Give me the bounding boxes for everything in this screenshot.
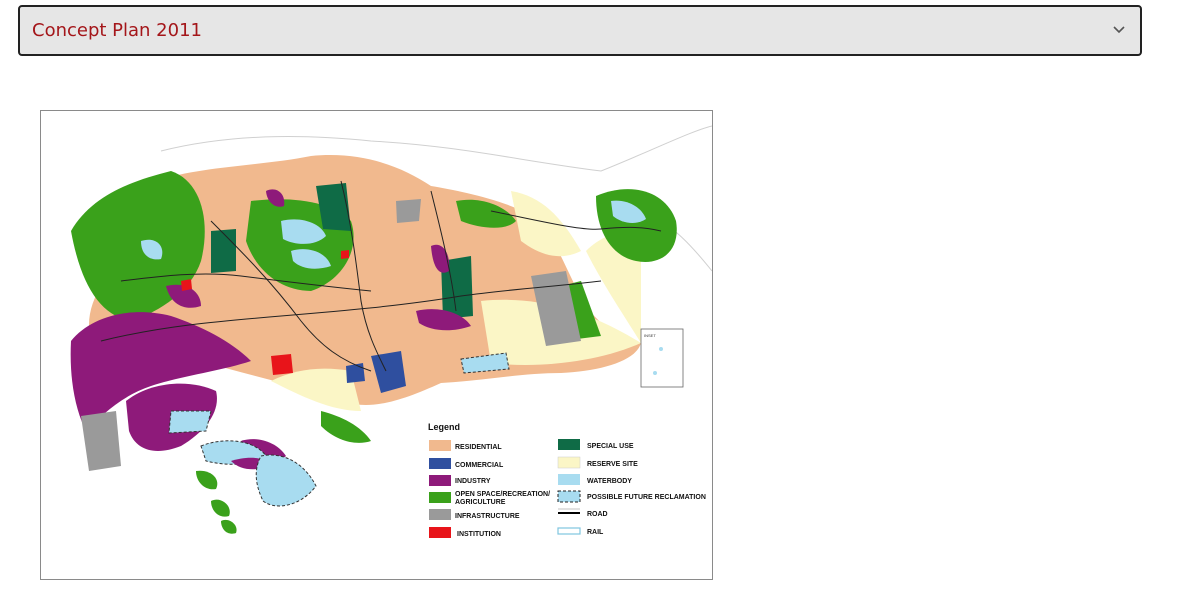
legend-label-institution: INSTITUTION bbox=[457, 531, 501, 538]
legend-swatch-special-use bbox=[558, 439, 580, 450]
legend-label-road: ROAD bbox=[587, 511, 608, 518]
legend-swatch-waterbody bbox=[558, 474, 580, 485]
legend-label-commercial: COMMERCIAL bbox=[455, 462, 504, 469]
map-legend: Legend RESIDENTIAL COMMERCIAL INDUSTRY O… bbox=[428, 422, 706, 538]
legend-label-reclamation: POSSIBLE FUTURE RECLAMATION bbox=[587, 494, 706, 501]
chevron-down-icon bbox=[1113, 26, 1125, 34]
legend-swatch-reclamation bbox=[557, 490, 581, 503]
legend-swatch-infrastructure bbox=[429, 509, 451, 520]
legend-swatch-open-space bbox=[429, 492, 451, 503]
legend-label-rail: RAIL bbox=[587, 529, 604, 536]
legend-swatch-rail bbox=[557, 527, 581, 535]
map-inset-label: INSET bbox=[644, 333, 656, 338]
legend-swatch-reserve-site bbox=[557, 456, 581, 469]
plan-select-value: Concept Plan 2011 bbox=[32, 20, 202, 41]
legend-label-special-use: SPECIAL USE bbox=[587, 443, 634, 450]
legend-label-agriculture: AGRICULTURE bbox=[455, 499, 506, 506]
legend-label-waterbody: WATERBODY bbox=[587, 478, 632, 485]
legend-label-open-space: OPEN SPACE/RECREATION/ bbox=[455, 491, 550, 498]
legend-swatch-residential bbox=[429, 440, 451, 451]
legend-swatch-institution bbox=[429, 527, 451, 538]
concept-plan-map: INSET Legend RESIDENTIAL COMMERCIAL INDU… bbox=[40, 110, 713, 580]
legend-label-industry: INDUSTRY bbox=[455, 478, 491, 485]
plan-select-dropdown[interactable]: Concept Plan 2011 bbox=[18, 5, 1142, 56]
legend-label-residential: RESIDENTIAL bbox=[455, 444, 502, 451]
singapore-map-image: INSET Legend RESIDENTIAL COMMERCIAL INDU… bbox=[70, 125, 712, 538]
legend-label-reserve-site: RESERVE SITE bbox=[587, 461, 638, 468]
legend-label-infrastructure: INFRASTRUCTURE bbox=[455, 513, 520, 520]
legend-swatch-commercial bbox=[429, 458, 451, 469]
legend-title: Legend bbox=[428, 422, 460, 432]
legend-swatch-industry bbox=[429, 475, 451, 486]
